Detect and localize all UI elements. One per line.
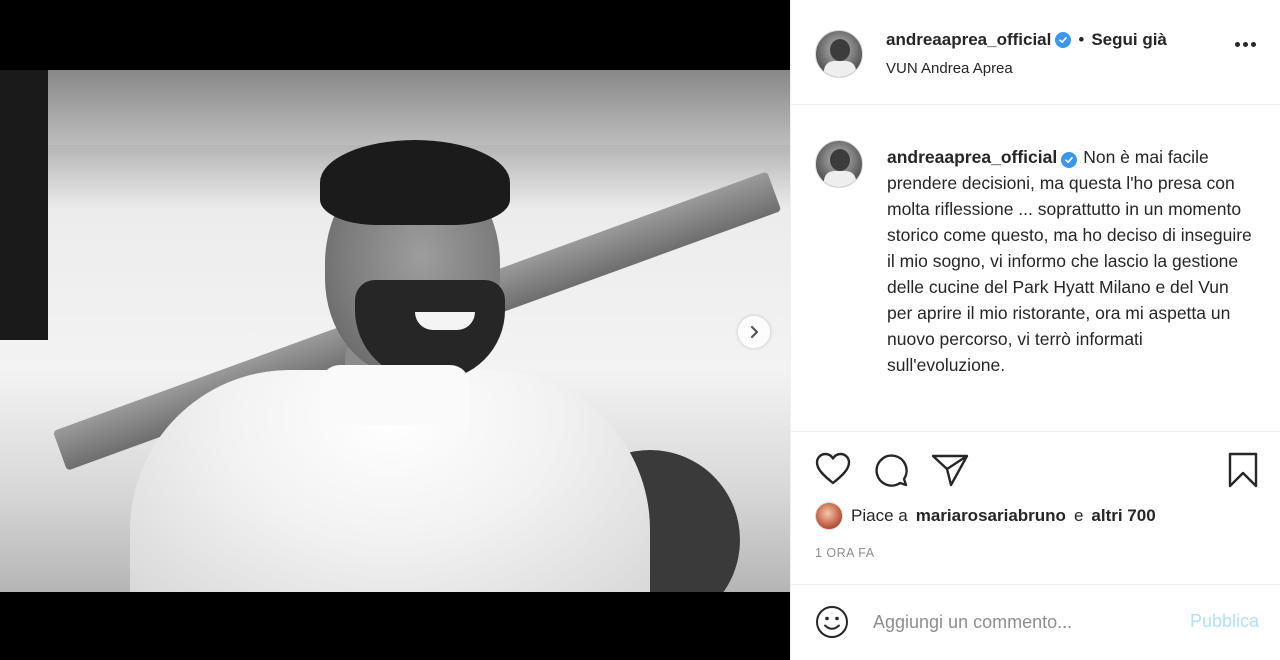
smiley-icon	[816, 606, 848, 638]
more-dot	[1251, 42, 1256, 47]
photo-background-panel	[0, 70, 48, 340]
author-username[interactable]: andreaaprea_official	[886, 30, 1051, 50]
post-photo[interactable]	[0, 70, 790, 592]
post-caption: andreaaprea_official Non è mai facile pre…	[887, 144, 1257, 378]
follow-status-button[interactable]: Segui già	[1091, 30, 1167, 50]
more-dot	[1243, 42, 1248, 47]
chef-hair	[320, 140, 510, 225]
caption-section: andreaaprea_official Non è mai facile pre…	[791, 106, 1280, 432]
share-button[interactable]	[931, 452, 969, 493]
post-sidebar: andreaaprea_official • Segui già VUN And…	[790, 0, 1280, 660]
like-button[interactable]	[815, 452, 851, 491]
likes-others-link[interactable]: altri 700	[1091, 506, 1155, 526]
author-avatar[interactable]	[815, 30, 863, 78]
author-line: andreaaprea_official • Segui già	[886, 30, 1167, 50]
chef-collar	[320, 365, 470, 425]
action-bar	[791, 432, 1280, 508]
comment-button[interactable]	[873, 452, 909, 493]
carousel-next-button[interactable]	[738, 316, 770, 348]
verified-badge-icon	[1061, 152, 1078, 168]
verified-badge-icon	[1055, 32, 1072, 48]
more-horizontal-icon	[1235, 42, 1240, 47]
comment-bar: Pubblica	[791, 584, 1280, 660]
heart-icon	[815, 452, 851, 485]
post-timestamp[interactable]: 1 ORA FA	[815, 546, 875, 560]
post-location-link[interactable]: VUN Andrea Aprea	[886, 60, 1013, 77]
comment-input[interactable]	[873, 605, 1163, 639]
emoji-button[interactable]	[815, 605, 849, 644]
likes-prefix: Piace a	[851, 506, 908, 525]
liker-avatar[interactable]	[815, 502, 843, 530]
bookmark-icon	[1228, 452, 1258, 488]
chef-smile	[415, 312, 475, 330]
post-media[interactable]	[0, 0, 790, 660]
caption-author-avatar[interactable]	[815, 140, 863, 188]
separator-dot: •	[1078, 30, 1085, 49]
send-icon	[931, 454, 969, 487]
caption-username[interactable]: andreaaprea_official	[887, 147, 1057, 167]
more-options-button[interactable]	[1235, 42, 1256, 47]
publish-button[interactable]: Pubblica	[1190, 611, 1259, 632]
photo-subject-chef	[130, 130, 650, 592]
liker-username[interactable]: mariarosariabruno	[916, 506, 1066, 526]
post-header: andreaaprea_official • Segui già VUN And…	[791, 0, 1280, 105]
comment-icon	[875, 454, 908, 487]
save-button[interactable]	[1227, 452, 1259, 493]
caption-text: Non è mai facile prendere decisioni, ma …	[887, 147, 1252, 375]
chevron-right-icon	[750, 325, 759, 339]
likes-summary: Piace a mariarosariabruno e altri 700	[815, 502, 1156, 530]
likes-joiner: e	[1073, 506, 1084, 525]
